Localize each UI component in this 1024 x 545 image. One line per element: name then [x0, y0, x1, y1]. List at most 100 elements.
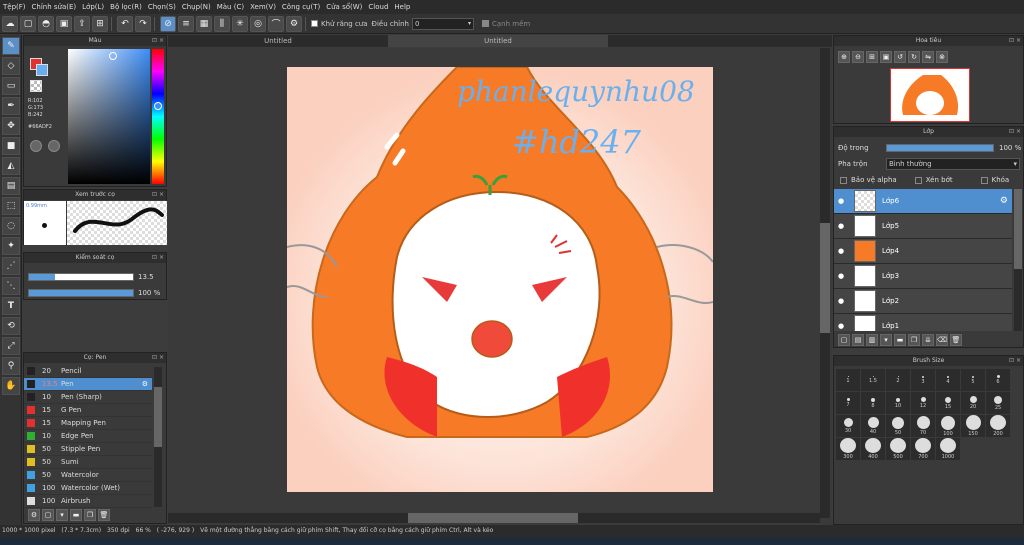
brush-size-option[interactable]: 150 [961, 415, 985, 437]
brush-item-watercolor[interactable]: 50 Watercolor [24, 469, 152, 482]
correction-select[interactable]: 0 ▾ [412, 17, 474, 30]
brush-size-option[interactable]: 20 [961, 392, 985, 414]
menu-layer[interactable]: Lớp(L) [79, 3, 107, 11]
brush-size-option[interactable]: 5 [961, 369, 985, 391]
brush-size-option[interactable]: 200 [986, 415, 1010, 437]
brush-item-watercolor-wet[interactable]: 100 Watercolor (Wet) [24, 482, 152, 495]
brush-size-option[interactable]: 3 [911, 369, 935, 391]
brush-settings-icon[interactable]: ⚙ [28, 509, 40, 521]
menu-help[interactable]: Help [391, 3, 413, 11]
eraser-tool-icon[interactable]: ◇ [2, 57, 20, 75]
color-mode-icon[interactable] [30, 140, 42, 152]
fit-icon[interactable]: ⊞ [866, 51, 878, 63]
magic-wand-icon[interactable]: ✦ [2, 237, 20, 255]
move-tool-icon[interactable]: ✥ [2, 117, 20, 135]
menu-window[interactable]: Cửa sổ(W) [323, 3, 365, 11]
brush-item-mapping-pen[interactable]: 15 Mapping Pen [24, 417, 152, 430]
brush-add-menu-icon[interactable]: ▾ [56, 509, 68, 521]
open-icon[interactable]: ◓ [38, 15, 54, 32]
clipping-checkbox[interactable] [914, 176, 922, 184]
brush-size-option[interactable]: 30 [836, 415, 860, 437]
new-layer-1bit-icon[interactable]: ▥ [866, 334, 878, 346]
scroll-thumb[interactable] [1014, 189, 1022, 269]
panel-menu-icon[interactable]: ⊡ × [152, 253, 164, 263]
undo-icon[interactable]: ↶ [117, 15, 133, 32]
menu-edit[interactable]: Chỉnh sửa(E) [29, 3, 80, 11]
tab-untitled-2[interactable]: Untitled [388, 35, 608, 47]
visibility-icon[interactable]: ● [834, 322, 848, 330]
brush-item-g-pen[interactable]: 15 G Pen [24, 404, 152, 417]
transparent-swatch[interactable] [30, 80, 42, 92]
brush-add-icon[interactable]: ▢ [42, 509, 54, 521]
eyedropper-icon[interactable]: ⚲ [2, 357, 20, 375]
rectangle-select-icon[interactable]: ▭ [2, 77, 20, 95]
layer-list-scrollbar[interactable] [1014, 189, 1022, 331]
visibility-icon[interactable]: ● [834, 297, 848, 305]
panel-menu-icon[interactable]: ⊡ × [1009, 127, 1021, 137]
brush-size-option[interactable]: 10 [886, 392, 910, 414]
lock-checkbox[interactable] [980, 176, 988, 184]
panel-menu-icon[interactable]: ⊡ × [1009, 36, 1021, 46]
background-swatch[interactable] [36, 64, 48, 76]
trash-icon[interactable]: 🗑 [950, 334, 962, 346]
new-file-icon[interactable]: ▢ [20, 15, 36, 32]
canvas-area[interactable]: phanlequynhu08 #hd247 [168, 48, 832, 524]
menu-file[interactable]: Tệp(F) [0, 3, 29, 11]
lasso-tool-icon[interactable]: ◌ [2, 217, 20, 235]
layer-opacity-slider[interactable] [886, 144, 994, 152]
menu-select[interactable]: Chọn(S) [145, 3, 179, 11]
reset-view-icon[interactable]: ⊗ [936, 51, 948, 63]
brush-size-option[interactable]: 40 [861, 415, 885, 437]
brush-copy-icon[interactable]: ❐ [84, 509, 96, 521]
redo-icon[interactable]: ↷ [135, 15, 151, 32]
brush-size-option[interactable]: 4 [936, 369, 960, 391]
snap-radial-icon[interactable]: ✳ [232, 15, 248, 32]
merge-layer-icon[interactable]: ⇊ [922, 334, 934, 346]
divide-tool-icon[interactable]: ⟲ [2, 317, 20, 335]
duplicate-layer-icon[interactable]: ❐ [908, 334, 920, 346]
brush-folder-icon[interactable]: ▬ [70, 509, 82, 521]
menu-color[interactable]: Màu (C) [214, 3, 247, 11]
brush-size-option[interactable]: 12 [911, 392, 935, 414]
brush-size-option[interactable]: 50 [886, 415, 910, 437]
blend-mode-select[interactable]: Bình thường ▾ [886, 158, 1020, 170]
brush-item-pencil[interactable]: 20 Pencil [24, 365, 152, 378]
protect-alpha-checkbox[interactable] [840, 176, 847, 184]
snap-settings-icon[interactable]: ⚙ [286, 15, 302, 32]
frame-tool-icon[interactable]: ⤢ [2, 337, 20, 355]
pen-tool-icon[interactable]: ✒ [2, 97, 20, 115]
share-icon[interactable]: ⊞ [92, 15, 108, 32]
zoom-in-icon[interactable]: ⊕ [838, 51, 850, 63]
brush-list-scrollbar[interactable] [154, 367, 162, 507]
save-icon[interactable]: ▣ [56, 15, 72, 32]
brush-item-airbrush[interactable]: 100 Airbrush [24, 495, 152, 508]
brush-size-option[interactable]: 1.5 [861, 369, 885, 391]
brush-size-option[interactable]: 500 [886, 438, 910, 460]
snap-circle-icon[interactable]: ◎ [250, 15, 266, 32]
bucket-tool-icon[interactable]: ◭ [2, 157, 20, 175]
brush-size-option[interactable]: 300 [836, 438, 860, 460]
brush-item-pen[interactable]: 13.5 Pen ⚙ [24, 378, 152, 391]
layer-item-1[interactable]: ● Lớp1 [834, 314, 1012, 331]
antialias-checkbox[interactable] [311, 20, 318, 27]
visibility-icon[interactable]: ● [834, 222, 848, 230]
brush-size-option[interactable]: 15 [936, 392, 960, 414]
saturation-value-field[interactable] [68, 49, 150, 184]
panel-menu-icon[interactable]: ⊡ × [152, 353, 164, 363]
menu-snap[interactable]: Chụp(N) [179, 3, 214, 11]
brush-item-edge-pen[interactable]: 10 Edge Pen [24, 430, 152, 443]
snap-curve-icon[interactable]: ⌒ [268, 15, 284, 32]
canvas-hscrollbar[interactable] [168, 513, 820, 523]
brush-size-option[interactable]: 7 [836, 392, 860, 414]
rotate-left-icon[interactable]: ↺ [894, 51, 906, 63]
gradient-tool-icon[interactable]: ▤ [2, 177, 20, 195]
brush-size-option[interactable]: 1000 [936, 438, 960, 460]
layer-item-6[interactable]: ● Lớp6 ⚙ [834, 189, 1012, 214]
brush-size-slider[interactable] [28, 273, 134, 281]
new-layer-icon[interactable]: ▢ [838, 334, 850, 346]
visibility-icon[interactable]: ● [834, 197, 848, 205]
snap-lines-icon[interactable]: ⫼ [214, 15, 230, 32]
gear-icon[interactable]: ⚙ [142, 380, 148, 388]
menu-view[interactable]: Xem(V) [247, 3, 279, 11]
canvas-vscrollbar[interactable] [820, 48, 830, 518]
